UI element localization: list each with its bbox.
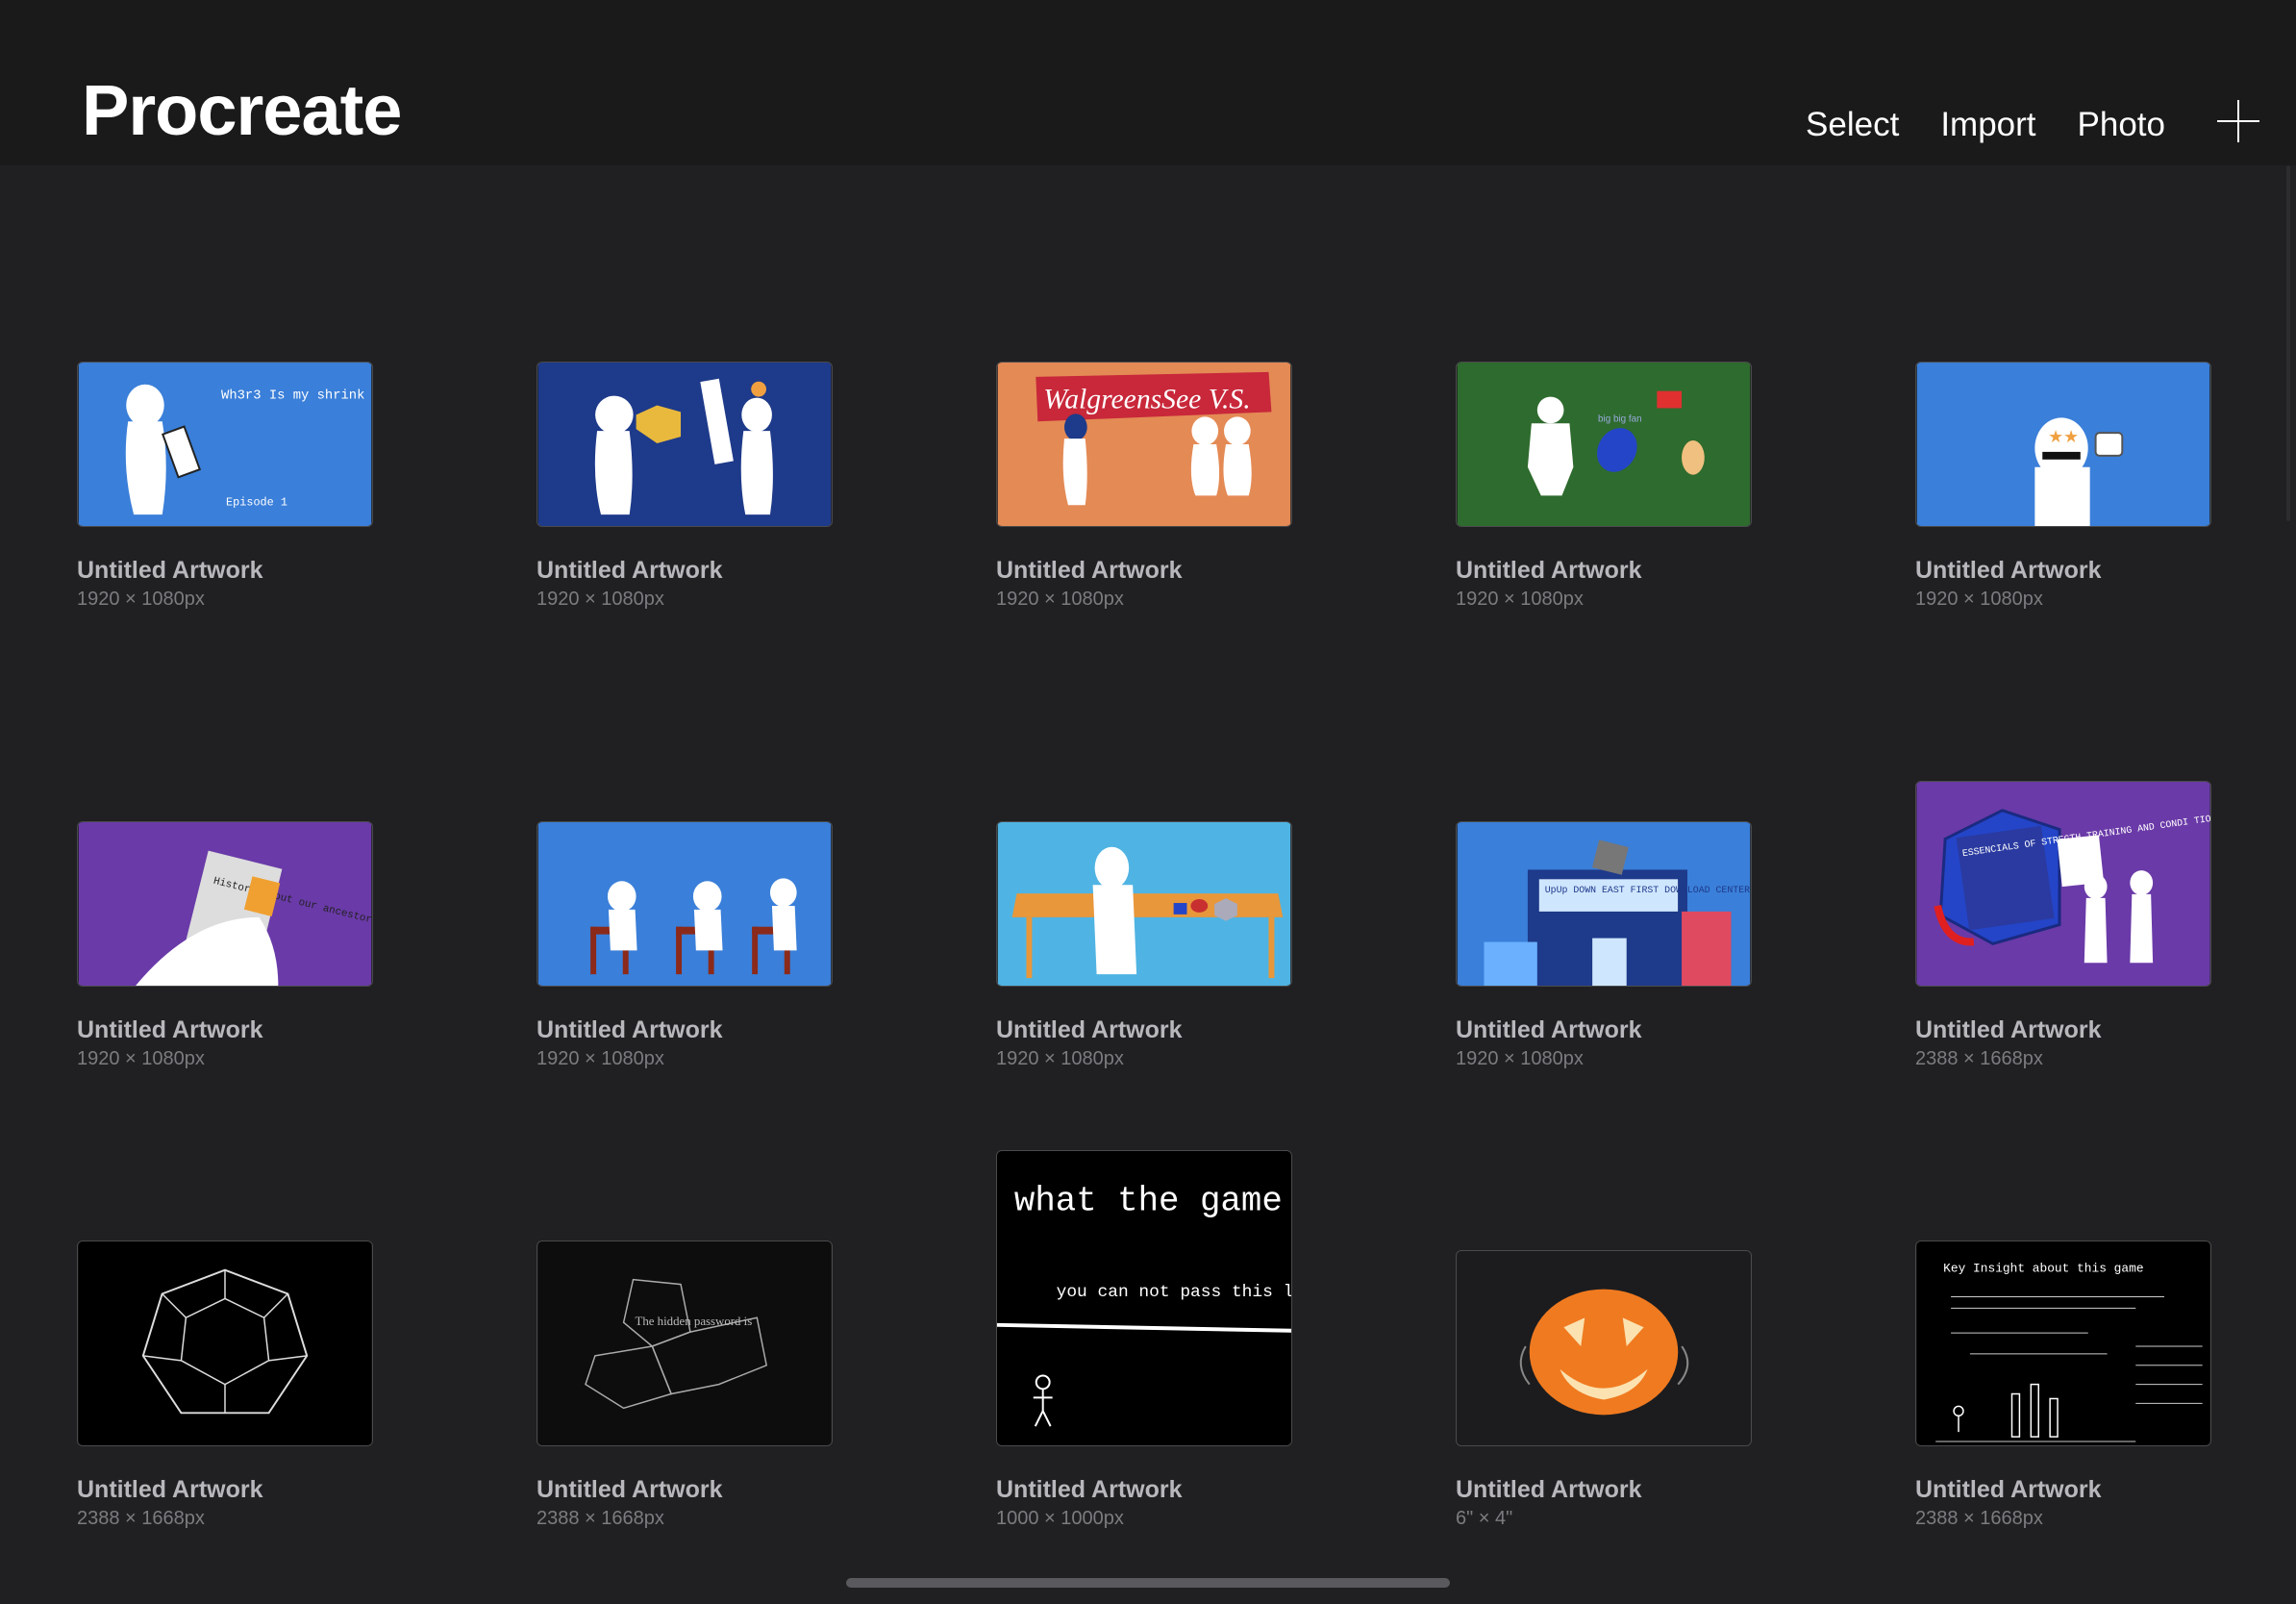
artwork-gallery: Wh3r3 Is my shrink ? Episode 1 Episode 1… (0, 0, 2296, 1604)
artwork-title: Untitled Artwork (77, 1476, 263, 1503)
artwork-size: 2388 × 1668px (1915, 1508, 2043, 1529)
thumb-bg (78, 363, 372, 526)
artwork-image: Wh3r3 Is my shrink ? Episode 1 Episode 1 (78, 363, 372, 526)
artwork-size: 2388 × 1668px (77, 1508, 205, 1529)
artwork-title: Untitled Artwork (1456, 1476, 1642, 1503)
artwork-size: 6" × 4" (1456, 1508, 1513, 1529)
artwork-thumbnail[interactable]: ESSENCIALS OF STREGTH TRAINING AND CONDI… (1915, 781, 2211, 987)
artwork-title: Untitled Artwork (1915, 1476, 2102, 1503)
artwork-size: 1920 × 1080px (77, 589, 205, 610)
thumb-caption-2: you can not pass this line (1057, 1283, 1291, 1302)
artwork-image: History about our ancestors (78, 822, 372, 986)
artwork-title: Untitled Artwork (1915, 1016, 2102, 1043)
artwork-title: Untitled Artwork (1456, 1016, 1642, 1043)
artwork-size: 1920 × 1080px (1456, 589, 1584, 610)
artwork-image (997, 822, 1291, 986)
artwork-title: Untitled Artwork (996, 1016, 1183, 1043)
artwork-image: Key Insight about this game (1916, 1241, 2210, 1445)
thumb-caption: what the game (1014, 1182, 1283, 1221)
svg-text:Episode 1: Episode 1 (226, 495, 287, 509)
artwork-thumbnail[interactable]: Wh3r3 Is my shrink ? Episode 1 Episode 1 (77, 362, 373, 527)
artwork-image (1457, 1251, 1751, 1445)
thumb-caption: Wh3r3 Is my shrink ? Episode 1 (221, 388, 372, 404)
artwork-title: Untitled Artwork (537, 557, 723, 584)
artwork-size: 2388 × 1668px (1915, 1048, 2043, 1069)
artwork-image (78, 1241, 372, 1445)
artwork-size: 1920 × 1080px (1456, 1048, 1584, 1069)
artwork-size: 1000 × 1000px (996, 1508, 1124, 1529)
artwork-image: ESSENCIALS OF STREGTH TRAINING AND CONDI… (1916, 782, 2210, 986)
thumb-caption: WalgreensSee V.S. (1043, 384, 1250, 414)
artwork-thumbnail[interactable]: History about our ancestors (77, 821, 373, 987)
artwork-title: Untitled Artwork (537, 1016, 723, 1043)
artwork-size: 1920 × 1080px (537, 589, 664, 610)
artwork-size: 1920 × 1080px (1915, 589, 2043, 610)
home-indicator[interactable] (846, 1578, 1450, 1588)
artwork-title: Untitled Artwork (1456, 557, 1642, 584)
artwork-title: Untitled Artwork (77, 557, 263, 584)
artwork-title: Untitled Artwork (996, 557, 1183, 584)
artwork-thumbnail[interactable]: what the game you can not pass this line (996, 1150, 1292, 1446)
artwork-size: 1920 × 1080px (537, 1048, 664, 1069)
thumb-caption: UpUp DOWN EAST FIRST DOWNLOAD CENTER (1545, 885, 1750, 895)
artwork-image: WalgreensSee V.S. (997, 363, 1291, 526)
artwork-thumbnail[interactable]: The hidden password is (537, 1241, 833, 1446)
artwork-title: Untitled Artwork (1915, 557, 2102, 584)
artwork-image: UpUp DOWN EAST FIRST DOWNLOAD CENTER (1457, 822, 1751, 986)
artwork-size: 1920 × 1080px (77, 1048, 205, 1069)
artwork-title: Untitled Artwork (996, 1476, 1183, 1503)
artwork-thumbnail[interactable]: big big fan (1456, 362, 1752, 527)
artwork-thumbnail[interactable]: ★★ (1915, 362, 2211, 527)
thumb-caption: Key Insight about this game (1943, 1262, 2143, 1276)
artwork-title: Untitled Artwork (77, 1016, 263, 1043)
artwork-thumbnail[interactable]: Key Insight about this game (1915, 1241, 2211, 1446)
artwork-image: big big fan (1457, 363, 1751, 526)
artwork-thumbnail[interactable]: WalgreensSee V.S. (996, 362, 1292, 527)
artwork-thumbnail[interactable] (996, 821, 1292, 987)
artwork-thumbnail[interactable] (537, 362, 833, 527)
artwork-image: The hidden password is (537, 1241, 832, 1445)
artwork-size: 1920 × 1080px (996, 589, 1124, 610)
artwork-image: what the game you can not pass this line (997, 1151, 1291, 1445)
artwork-image (537, 363, 832, 526)
artwork-image (537, 822, 832, 986)
artwork-thumbnail[interactable] (1456, 1250, 1752, 1446)
artwork-title: Untitled Artwork (537, 1476, 723, 1503)
artwork-thumbnail[interactable]: UpUp DOWN EAST FIRST DOWNLOAD CENTER (1456, 821, 1752, 987)
thumb-caption: big big fan (1598, 414, 1642, 424)
artwork-size: 2388 × 1668px (537, 1508, 664, 1529)
artwork-image: ★★ (1916, 363, 2210, 526)
artwork-size: 1920 × 1080px (996, 1048, 1124, 1069)
svg-text:★★: ★★ (2048, 427, 2079, 447)
thumb-caption: The hidden password is (635, 1315, 752, 1328)
artwork-thumbnail[interactable] (77, 1241, 373, 1446)
artwork-thumbnail[interactable] (537, 821, 833, 987)
